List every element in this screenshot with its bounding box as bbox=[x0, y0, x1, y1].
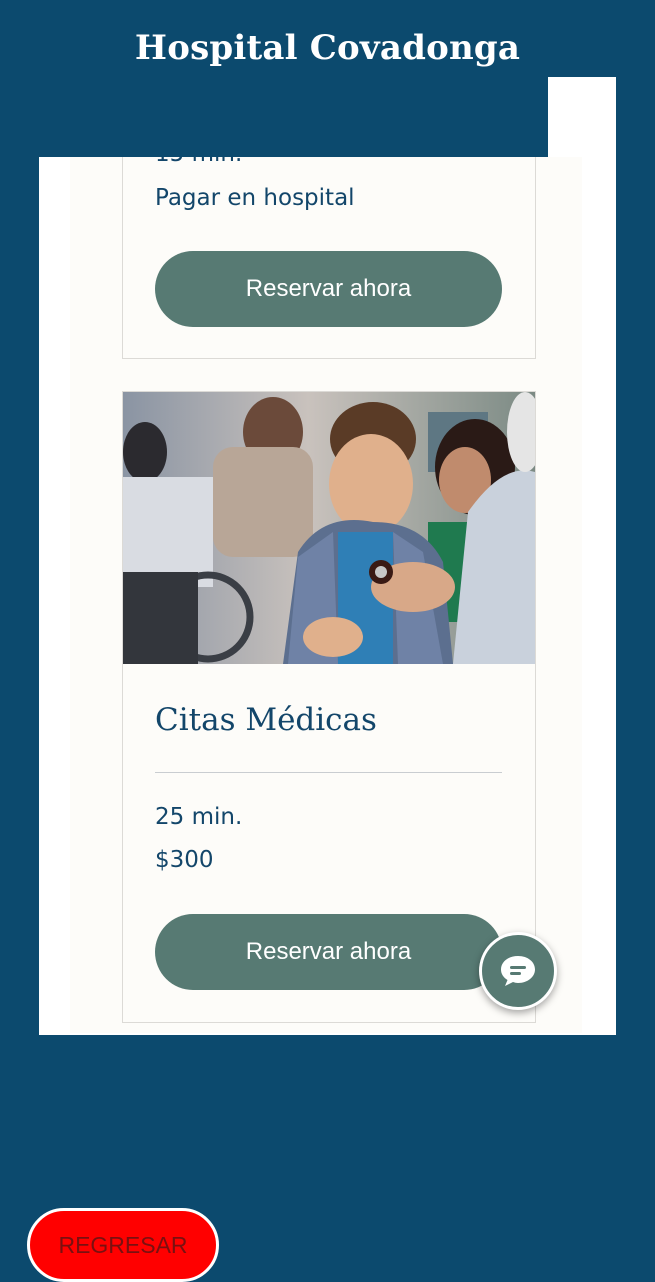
service-duration: 25 min. bbox=[155, 804, 243, 830]
service-card: Citas Médicas 25 min. $300 Reservar ahor… bbox=[122, 391, 536, 1023]
chat-button[interactable] bbox=[479, 932, 557, 1010]
back-button[interactable]: REGRESAR bbox=[27, 1208, 219, 1282]
service-title: Citas Médicas bbox=[155, 702, 377, 738]
chat-bubble-icon bbox=[501, 956, 535, 986]
doctor-examining-child-photo bbox=[123, 392, 535, 664]
reserve-button[interactable]: Reservar ahora bbox=[155, 914, 502, 990]
divider bbox=[155, 772, 502, 773]
service-payment: Pagar en hospital bbox=[155, 185, 355, 211]
site-title: Hospital Covadonga bbox=[134, 28, 521, 68]
header-band bbox=[0, 77, 548, 157]
service-card: 15 min. Pagar en hospital Reservar ahora bbox=[122, 157, 536, 359]
service-price: $300 bbox=[155, 847, 214, 873]
service-duration: 15 min. bbox=[155, 157, 242, 167]
reserve-button[interactable]: Reservar ahora bbox=[155, 251, 502, 327]
